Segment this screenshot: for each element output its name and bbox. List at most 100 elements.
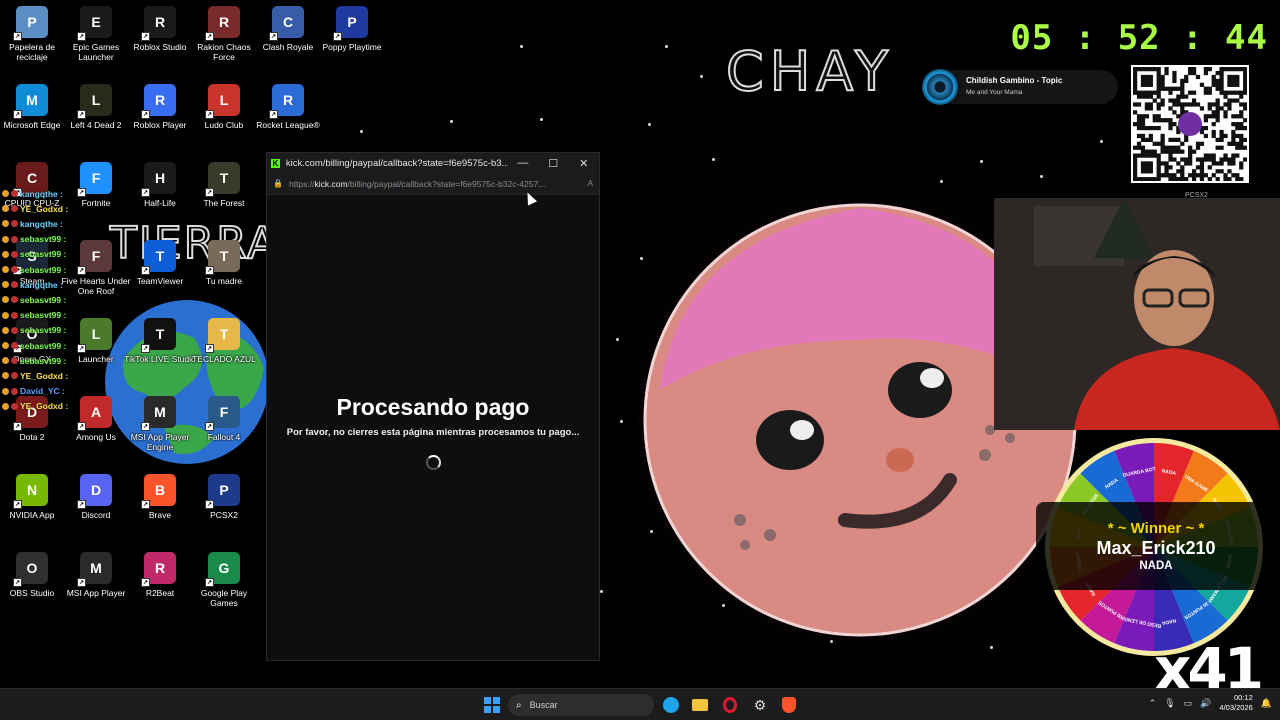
- desktop-icon[interactable]: M ↗ MSI App Player: [64, 552, 128, 598]
- the-forest-icon: T ↗: [205, 162, 240, 197]
- chat-username: sebasvt99 :: [20, 234, 67, 245]
- star: [540, 118, 543, 121]
- fortnite-icon: F ↗: [77, 162, 112, 197]
- desktop-icon-label: TeamViewer: [136, 276, 184, 286]
- url-text[interactable]: https://kick.com/billing/paypal/callback…: [289, 179, 579, 189]
- star: [1100, 140, 1103, 143]
- desktop-icon[interactable]: B ↗ Brave: [128, 474, 192, 520]
- chat-badge-icon: [2, 220, 9, 228]
- desktop-icon[interactable]: P ↗ Poppy Playtime: [320, 6, 384, 52]
- clock-area[interactable]: 00:12 4/03/2026: [1219, 693, 1252, 713]
- desktop-icon[interactable]: O ↗ OBS Studio: [0, 552, 64, 598]
- chat-badge-icon: [2, 326, 9, 334]
- chat-username: kangqthe :: [20, 188, 63, 199]
- multiplier-badge: x41: [1154, 635, 1264, 688]
- shortcut-arrow-icon: ↗: [77, 422, 86, 431]
- desktop-icon-label: Tu madre: [205, 276, 243, 286]
- close-button[interactable]: ✕: [569, 153, 599, 173]
- desktop-icon[interactable]: T ↗ TECLADO AZUL: [192, 318, 256, 364]
- chat-badge-icon: [11, 235, 18, 243]
- notification-icon[interactable]: 🔔: [1261, 698, 1272, 709]
- desktop-icon[interactable]: R ↗ R2Beat: [128, 552, 192, 598]
- shortcut-arrow-icon: ↗: [205, 578, 214, 587]
- taskbar-opera-button[interactable]: [720, 695, 740, 715]
- desktop-icon[interactable]: R ↗ Roblox Player: [128, 84, 192, 130]
- desktop-icon[interactable]: C ↗ Clash Royale: [256, 6, 320, 52]
- half-life-icon: H ↗: [141, 162, 176, 197]
- desktop-icon[interactable]: R ↗ Rocket League®: [256, 84, 320, 130]
- taskbar-edge-button[interactable]: [661, 695, 681, 715]
- shortcut-arrow-icon: ↗: [77, 266, 86, 275]
- chat-message: kangqthe :: [2, 187, 63, 200]
- chat-username: YE_Godxd :: [20, 370, 69, 381]
- poppy-playtime-icon: P ↗: [333, 6, 368, 41]
- page-message: Por favor, no cierres esta página mientr…: [286, 426, 580, 438]
- desktop-icon[interactable]: R ↗ Rakion Chaos Force: [192, 6, 256, 62]
- start-button[interactable]: [482, 695, 502, 715]
- desktop-icon[interactable]: T ↗ TeamViewer: [128, 240, 192, 286]
- desktop-icon[interactable]: E ↗ Epic Games Launcher: [64, 6, 128, 62]
- desktop-icon[interactable]: P ↗ PCSX2: [192, 474, 256, 520]
- chat-username: YE_Godxd :: [20, 203, 69, 214]
- desktop-icon[interactable]: L ↗ Left 4 Dead 2: [64, 84, 128, 130]
- desktop-icon[interactable]: T ↗ Tu madre: [192, 240, 256, 286]
- minecraft-launcher-icon: L ↗: [77, 318, 112, 353]
- address-bar[interactable]: 🔒 https://kick.com/billing/paypal/callba…: [267, 173, 599, 195]
- browser-popup-window[interactable]: K kick.com/billing/paypal/callback?state…: [266, 152, 600, 661]
- taskbar-search[interactable]: ⌕ Buscar: [508, 694, 654, 716]
- msi-engine-icon: M ↗: [141, 396, 176, 431]
- stream-clock: 05 : 52 : 44: [1010, 18, 1268, 58]
- rocket-league-icon: R ↗: [269, 84, 304, 119]
- desktop-icon[interactable]: F ↗ Fallout 4: [192, 396, 256, 442]
- chat-badge-icon: [11, 250, 18, 258]
- lock-icon[interactable]: 🔒: [273, 179, 283, 188]
- desktop-icon[interactable]: D ↗ Discord: [64, 474, 128, 520]
- teamviewer-icon: T ↗: [141, 240, 176, 275]
- shortcut-arrow-icon: ↗: [141, 110, 150, 119]
- opera-icon: [723, 697, 737, 713]
- winner-prize: NADA: [1139, 560, 1173, 572]
- desktop-icon[interactable]: H ↗ Half-Life: [128, 162, 192, 208]
- taskbar-brave-button[interactable]: [779, 695, 799, 715]
- desktop-icon[interactable]: M ↗ MSI App Player Engine: [128, 396, 192, 452]
- read-aloud-icon[interactable]: A: [588, 179, 593, 188]
- desktop-icon[interactable]: T ↗ The Forest: [192, 162, 256, 208]
- desktop-icon-label: Poppy Playtime: [322, 42, 382, 52]
- music-title: Childish Gambino - Topic: [966, 76, 1063, 85]
- nvidia-icon: N ↗: [13, 474, 48, 509]
- window-titlebar[interactable]: K kick.com/billing/paypal/callback?state…: [267, 153, 599, 173]
- desktop-icon[interactable]: M ↗ Microsoft Edge: [0, 84, 64, 130]
- desktop-icon-label: PCSX2: [210, 510, 238, 520]
- desktop-icon[interactable]: G ↗ Google Play Games: [192, 552, 256, 608]
- shortcut-arrow-icon: ↗: [77, 188, 86, 197]
- desktop-icon[interactable]: L ↗ Launcher: [64, 318, 128, 364]
- network-icon[interactable]: ▭: [1184, 698, 1193, 709]
- desktop-icon[interactable]: A ↗ Among Us: [64, 396, 128, 442]
- shortcut-arrow-icon: ↗: [77, 578, 86, 587]
- chat-badge-icon: [2, 402, 9, 410]
- desktop-icon[interactable]: C↗CPUID CPU-Z: [0, 162, 64, 208]
- shortcut-arrow-icon: ↗: [13, 500, 22, 509]
- left4dead-icon: L ↗: [77, 84, 112, 119]
- folder-icon: [692, 699, 708, 711]
- volume-icon[interactable]: 🔊: [1200, 698, 1211, 709]
- desktop-icon[interactable]: N ↗ NVIDIA App: [0, 474, 64, 520]
- chat-message: YE_Godxd :: [2, 202, 68, 215]
- desktop-icon[interactable]: F ↗ Fortnite: [64, 162, 128, 208]
- star: [360, 130, 363, 133]
- shortcut-arrow-icon: ↗: [205, 110, 214, 119]
- taskbar-app-button[interactable]: ⚙: [750, 695, 770, 715]
- desktop-icon[interactable]: P ↗ Papelera de reciclaje: [0, 6, 64, 62]
- chat-badge-icon: [2, 387, 9, 395]
- minimize-button[interactable]: —: [508, 153, 538, 173]
- desktop-icon[interactable]: L ↗ Ludo Club: [192, 84, 256, 130]
- gear-icon: ⚙: [753, 696, 767, 713]
- chat-username: sebasvt99 :: [20, 340, 67, 351]
- taskbar-explorer-button[interactable]: [690, 695, 710, 715]
- maximize-button[interactable]: ☐: [538, 153, 568, 173]
- desktop-icon[interactable]: F ↗ Five Hearts Under One Roof: [62, 240, 130, 296]
- desktop-icon[interactable]: T ↗ TikTok LIVE Studio: [124, 318, 196, 364]
- desktop-icon[interactable]: R ↗ Roblox Studio: [128, 6, 192, 52]
- microphone-icon[interactable]: 🎙: [1164, 698, 1175, 709]
- chevron-up-icon[interactable]: ⌃: [1149, 698, 1157, 709]
